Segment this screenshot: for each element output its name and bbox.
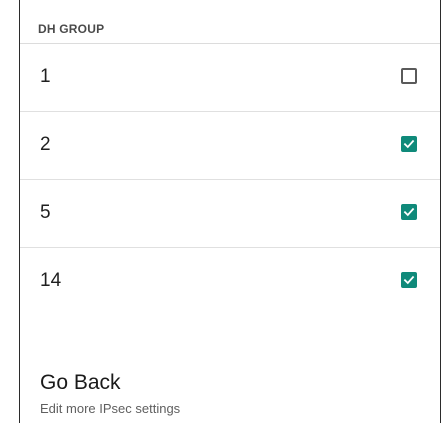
dh-group-list: 1 2 5 14 bbox=[20, 44, 440, 316]
dh-group-checkbox[interactable] bbox=[401, 68, 417, 84]
dh-group-row-14[interactable]: 14 bbox=[20, 248, 440, 316]
check-icon bbox=[403, 139, 415, 149]
dh-group-label: 5 bbox=[40, 202, 51, 223]
dh-group-checkbox[interactable] bbox=[401, 204, 417, 220]
dh-group-row-5[interactable]: 5 bbox=[20, 180, 440, 248]
dh-group-checkbox[interactable] bbox=[401, 136, 417, 152]
section-header-dh-group: DH GROUP bbox=[38, 22, 105, 36]
go-back-title[interactable]: Go Back bbox=[40, 371, 121, 395]
dh-group-label: 14 bbox=[40, 270, 62, 291]
panel-right-edge bbox=[440, 0, 441, 423]
settings-panel: DH GROUP 1 2 5 14 Go Back Edit more IPse… bbox=[0, 0, 445, 423]
check-icon bbox=[403, 207, 415, 217]
dh-group-label: 2 bbox=[40, 134, 51, 155]
dh-group-row-1[interactable]: 1 bbox=[20, 44, 440, 112]
dh-group-row-2[interactable]: 2 bbox=[20, 112, 440, 180]
dh-group-label: 1 bbox=[40, 66, 51, 87]
go-back-subtitle: Edit more IPsec settings bbox=[40, 401, 181, 416]
check-icon bbox=[403, 275, 415, 285]
dh-group-checkbox[interactable] bbox=[401, 272, 417, 288]
